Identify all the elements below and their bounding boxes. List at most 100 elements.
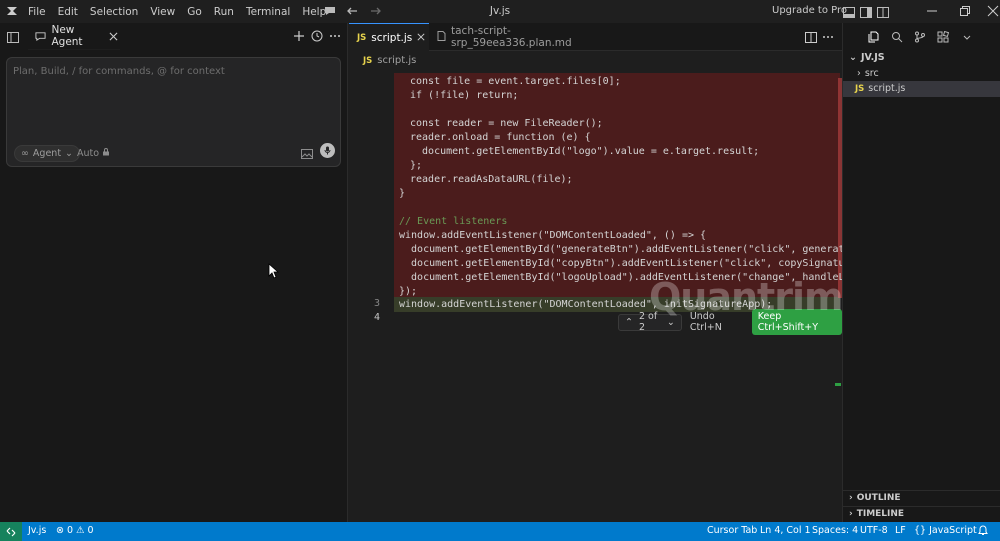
model-selector[interactable]: Auto bbox=[77, 148, 110, 159]
code-line: window.addEventListener("DOMContentLoade… bbox=[399, 230, 707, 241]
chevron-right-icon: › bbox=[849, 509, 853, 519]
divider bbox=[843, 490, 1000, 491]
js-file-icon: JS bbox=[363, 55, 373, 66]
source-control-icon[interactable] bbox=[913, 30, 927, 44]
cursor-tab-status[interactable]: Cursor Tab bbox=[707, 525, 757, 536]
line-number: 3 bbox=[373, 298, 380, 309]
more-options-icon[interactable] bbox=[328, 29, 342, 43]
image-icon[interactable] bbox=[300, 147, 314, 161]
menu-selection[interactable]: Selection bbox=[84, 6, 144, 18]
tab-label: script.js bbox=[371, 31, 413, 44]
explorer-root[interactable]: ⌄ JV.JS bbox=[849, 52, 885, 63]
code-line: const file = event.target.files[0]; bbox=[410, 76, 621, 87]
menu-terminal[interactable]: Terminal bbox=[240, 6, 296, 18]
back-arrow-icon[interactable] bbox=[345, 4, 359, 18]
error-count: 0 bbox=[66, 525, 74, 536]
code-line: document.getElementById("logo").value = … bbox=[410, 146, 760, 157]
menu-run[interactable]: Run bbox=[208, 6, 240, 18]
tab-new-agent[interactable]: New Agent bbox=[28, 23, 120, 50]
breadcrumb[interactable]: JS script.js bbox=[363, 55, 416, 66]
notifications-icon[interactable] bbox=[978, 525, 988, 539]
tree-item-label: src bbox=[864, 68, 879, 79]
divider bbox=[843, 506, 1000, 507]
cursor-logo-icon bbox=[5, 4, 19, 18]
minimize-icon[interactable] bbox=[925, 4, 939, 18]
breadcrumb-file[interactable]: script.js bbox=[377, 55, 416, 66]
remote-indicator-icon[interactable] bbox=[0, 522, 22, 541]
toggle-sidebar-icon[interactable] bbox=[6, 30, 20, 44]
code-line: reader.readAsDataURL(file); bbox=[410, 174, 573, 185]
close-window-icon[interactable] bbox=[986, 4, 1000, 18]
code-line: }); bbox=[399, 286, 418, 297]
agent-tab-bar: New Agent bbox=[0, 23, 348, 50]
cursor-position[interactable]: Ln 4, Col 1 bbox=[760, 525, 811, 536]
chat-bubble-icon bbox=[34, 29, 46, 43]
upgrade-to-pro-button[interactable]: Upgrade to Pro bbox=[772, 5, 847, 16]
lock-icon bbox=[102, 148, 110, 159]
status-bar: Jv.js ⊗ 0 ⚠ 0 Cursor Tab Ln 4, Col 1 Spa… bbox=[0, 522, 1000, 541]
history-icon[interactable] bbox=[310, 29, 324, 43]
explorer-icon[interactable] bbox=[867, 30, 881, 44]
indentation[interactable]: Spaces: 4 bbox=[812, 525, 858, 536]
chevron-down-icon: ⌄ bbox=[65, 148, 74, 159]
title-bar: File Edit Selection View Go Run Terminal… bbox=[0, 0, 1000, 23]
menu-view[interactable]: View bbox=[144, 6, 181, 18]
tab-label: tach-script-srp_59eea336.plan.md bbox=[451, 25, 572, 49]
timeline-label: TIMELINE bbox=[856, 509, 905, 519]
infinity-icon: ∞ bbox=[21, 148, 29, 159]
encoding[interactable]: UTF-8 bbox=[860, 525, 888, 536]
chevron-down-icon[interactable] bbox=[960, 30, 974, 44]
customize-layout-icon[interactable] bbox=[876, 5, 890, 19]
chevron-right-icon: › bbox=[849, 493, 853, 503]
extensions-icon[interactable] bbox=[936, 30, 950, 44]
microphone-icon[interactable] bbox=[320, 143, 335, 158]
problems-indicator[interactable]: ⊗ 0 ⚠ 0 bbox=[56, 525, 94, 536]
menu-bar: File Edit Selection View Go Run Terminal… bbox=[22, 6, 332, 18]
editor-area: JS script.js tach-script-srp_59eea336.pl… bbox=[349, 23, 920, 523]
chat-input-placeholder[interactable]: Plan, Build, / for commands, @ for conte… bbox=[13, 66, 225, 77]
chat-input-box[interactable]: Plan, Build, / for commands, @ for conte… bbox=[6, 57, 341, 167]
timeline-section[interactable]: › TIMELINE bbox=[849, 509, 904, 519]
tab-script-js[interactable]: JS script.js bbox=[349, 23, 429, 51]
language-mode[interactable]: {} JavaScript bbox=[914, 525, 977, 536]
toggle-panel-icon[interactable] bbox=[859, 5, 873, 19]
menu-edit[interactable]: Edit bbox=[52, 6, 84, 18]
end-of-line[interactable]: LF bbox=[895, 525, 906, 536]
js-file-icon: JS bbox=[357, 32, 367, 43]
agent-mode-label: Agent bbox=[32, 148, 62, 159]
outline-section[interactable]: › OUTLINE bbox=[849, 493, 901, 503]
tab-label: New Agent bbox=[51, 24, 83, 48]
chevron-up-icon[interactable]: ⌃ bbox=[625, 317, 633, 328]
editor-tab-bar: JS script.js tach-script-srp_59eea336.pl… bbox=[349, 23, 842, 51]
status-file[interactable]: Jv.js bbox=[28, 525, 46, 536]
minimap-added-marker bbox=[835, 383, 841, 386]
language-label: JavaScript bbox=[929, 525, 977, 536]
code-line: document.getElementById("copyBtn").addEv… bbox=[399, 258, 869, 269]
forward-arrow-icon[interactable] bbox=[369, 4, 383, 18]
warning-icon: ⚠ bbox=[76, 525, 85, 536]
split-editor-icon[interactable] bbox=[804, 30, 818, 44]
restore-icon[interactable] bbox=[958, 4, 972, 18]
tree-item-script-js[interactable]: JS script.js bbox=[855, 83, 905, 94]
chevron-down-icon: ⌄ bbox=[849, 52, 857, 63]
close-icon[interactable] bbox=[108, 29, 120, 43]
more-actions-icon[interactable] bbox=[821, 30, 835, 44]
tree-item-src[interactable]: › src bbox=[857, 68, 879, 79]
agent-mode-dropdown[interactable]: ∞ Agent ⌄ bbox=[14, 145, 81, 162]
toggle-primary-sidebar-icon[interactable] bbox=[842, 5, 856, 19]
line-number: 4 bbox=[373, 312, 380, 323]
chevron-right-icon: › bbox=[857, 68, 861, 79]
tab-plan-md[interactable]: tach-script-srp_59eea336.plan.md bbox=[429, 23, 609, 51]
chat-icon[interactable] bbox=[323, 4, 337, 18]
markdown-file-icon bbox=[437, 30, 446, 44]
window-title: Jv.js bbox=[489, 5, 511, 17]
search-icon[interactable] bbox=[890, 30, 904, 44]
plus-icon[interactable] bbox=[292, 29, 306, 43]
close-icon[interactable] bbox=[417, 32, 425, 44]
explorer-panel: ⌄ JV.JS › src JS script.js › OUTLINE › T… bbox=[842, 23, 1000, 523]
explorer-root-label: JV.JS bbox=[860, 52, 885, 63]
menu-file[interactable]: File bbox=[22, 6, 52, 18]
tree-item-label: script.js bbox=[868, 83, 906, 94]
menu-go[interactable]: Go bbox=[181, 6, 208, 18]
warning-count: 0 bbox=[87, 525, 94, 536]
